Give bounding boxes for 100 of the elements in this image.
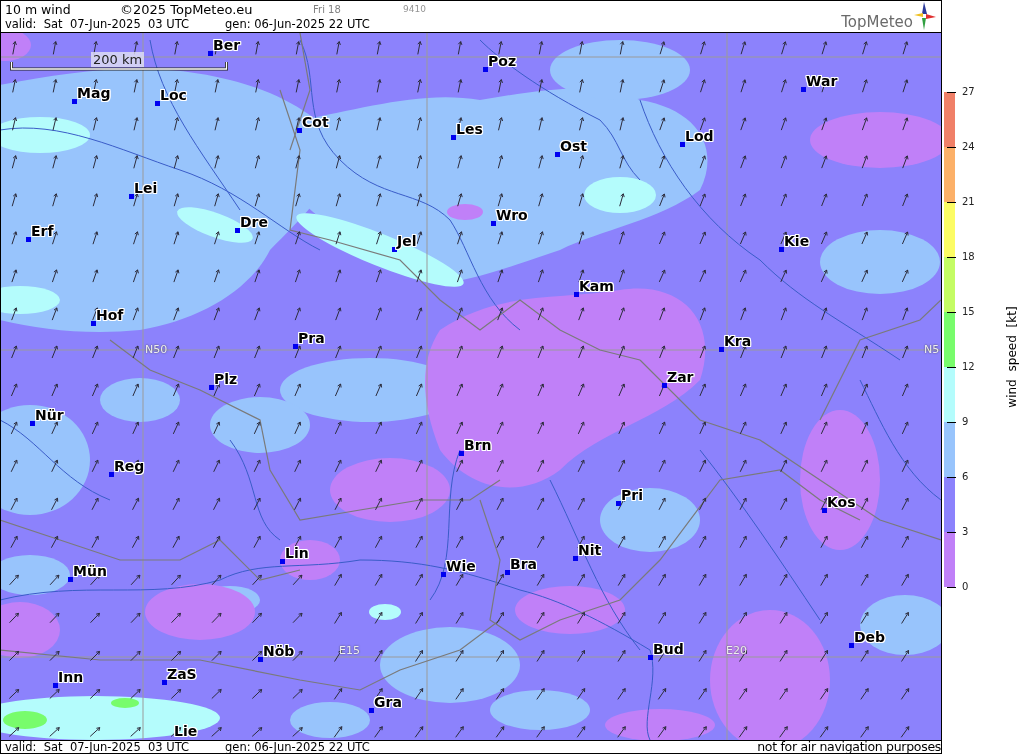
city-marker-icon (293, 344, 298, 349)
city-marker-icon (491, 221, 496, 226)
tick-label: 6 (962, 471, 969, 483)
city-marker-icon (451, 135, 456, 140)
city-label: Hof (96, 307, 124, 323)
city-label: Nöb (263, 643, 295, 659)
run-label: Fri 18 (313, 3, 342, 16)
city-marker-icon (72, 99, 77, 104)
grid-label: N50 (145, 344, 168, 356)
generated-time: gen: 06-Jun-2025 22 UTC (225, 17, 370, 32)
colorbar-tick (947, 146, 956, 148)
colorbar-tick (947, 531, 956, 533)
city-marker-icon (30, 421, 35, 426)
grid-label: E15 (339, 645, 360, 657)
colorbar-title: wind speed [kt] (1004, 306, 1019, 408)
city-label: Reg (114, 458, 145, 474)
city-label: Brn (464, 437, 492, 453)
city-marker-icon (573, 556, 578, 561)
city-label: Lie (174, 723, 198, 739)
city-label: Lod (685, 128, 714, 144)
city-marker-icon (555, 152, 560, 157)
city-label: Deb (854, 629, 886, 645)
city-marker-icon (849, 643, 854, 648)
tick-label: 15 (962, 306, 975, 318)
city-marker-icon (53, 683, 58, 688)
city-label: Inn (58, 669, 84, 685)
tick-label: 27 (962, 86, 975, 98)
tick-label: 21 (962, 196, 975, 208)
city-label: Zar (667, 369, 694, 385)
colorbar-tick (947, 91, 956, 93)
city-label: War (806, 73, 838, 89)
city-label: Lei (134, 180, 158, 196)
grid-label: N5 (924, 344, 940, 356)
city-marker-icon (505, 570, 510, 575)
city-marker-icon (779, 247, 784, 252)
city-marker-icon (297, 128, 302, 133)
city-marker-icon (459, 451, 464, 456)
city-marker-icon (801, 87, 806, 92)
city-marker-icon (209, 385, 214, 390)
city-label: Dre (240, 214, 269, 230)
colorbar-tick (947, 476, 956, 478)
city-marker-icon (155, 101, 160, 106)
city-marker-icon (68, 577, 73, 582)
city-label: Bra (510, 556, 538, 572)
city-marker-icon (441, 572, 446, 577)
city-label: Lin (285, 545, 309, 561)
grid-label: E20 (726, 645, 747, 657)
city-marker-icon (662, 383, 667, 388)
city-label: Kie (784, 233, 810, 249)
city-label: Les (456, 121, 483, 137)
city-label: Loc (160, 87, 187, 103)
city-label: Kam (579, 278, 614, 294)
city-marker-icon (822, 508, 827, 513)
tick-label: 24 (962, 141, 975, 153)
city-marker-icon (680, 142, 685, 147)
city-marker-icon (258, 657, 263, 662)
colorbar-tick (947, 201, 956, 203)
valid-time: valid: Sat 07-Jun-2025 03 UTC (5, 741, 191, 753)
city-label: Kos (827, 494, 856, 510)
city-label: Nit (578, 542, 602, 558)
city-label: Plz (214, 371, 238, 387)
scale-label: 200 km (91, 52, 145, 67)
city-label: Gra (374, 694, 402, 710)
tick-label: 3 (962, 526, 969, 538)
city-label: Kra (724, 333, 752, 349)
city-label: Wro (496, 207, 528, 223)
copyright-text: ©2025 TopMeteo.eu (120, 2, 254, 17)
city-marker-icon (91, 321, 96, 326)
city-label: Ber (213, 37, 241, 53)
city-label: ZaS (167, 666, 197, 682)
colorbar-tick (947, 256, 956, 258)
disclaimer-text: not for air navigation purposes (757, 741, 941, 753)
city-marker-icon (719, 347, 724, 352)
city-label: Wie (446, 558, 476, 574)
city-marker-icon (280, 559, 285, 564)
city-marker-icon (369, 708, 374, 713)
tick-label: 18 (962, 251, 975, 263)
tick-label: 9 (962, 416, 969, 428)
colorbar-tick (947, 366, 956, 368)
city-label: Cot (302, 114, 329, 130)
city-label: Ost (560, 138, 587, 154)
city-marker-icon (162, 680, 167, 685)
city-marker-icon (208, 51, 213, 56)
city-marker-icon (392, 247, 397, 252)
city-marker-icon (109, 472, 114, 477)
valid-time: valid: Sat 07-Jun-2025 03 UTC (5, 17, 191, 32)
city-label: Pri (621, 487, 643, 503)
star-logo-icon (914, 2, 936, 30)
city-marker-icon (616, 501, 621, 506)
city-marker-icon (235, 228, 240, 233)
code-text: 9410 (403, 4, 426, 15)
tick-label: 12 (962, 361, 975, 373)
colorbar-tick (947, 421, 956, 423)
logo-text: TopMeteo (841, 14, 913, 31)
city-label: Mag (77, 85, 111, 101)
city-label: Poz (488, 53, 517, 69)
city-label: Erf (31, 223, 54, 239)
tick-label: 0 (962, 581, 969, 593)
city-marker-icon (129, 194, 134, 199)
city-marker-icon (26, 237, 31, 242)
